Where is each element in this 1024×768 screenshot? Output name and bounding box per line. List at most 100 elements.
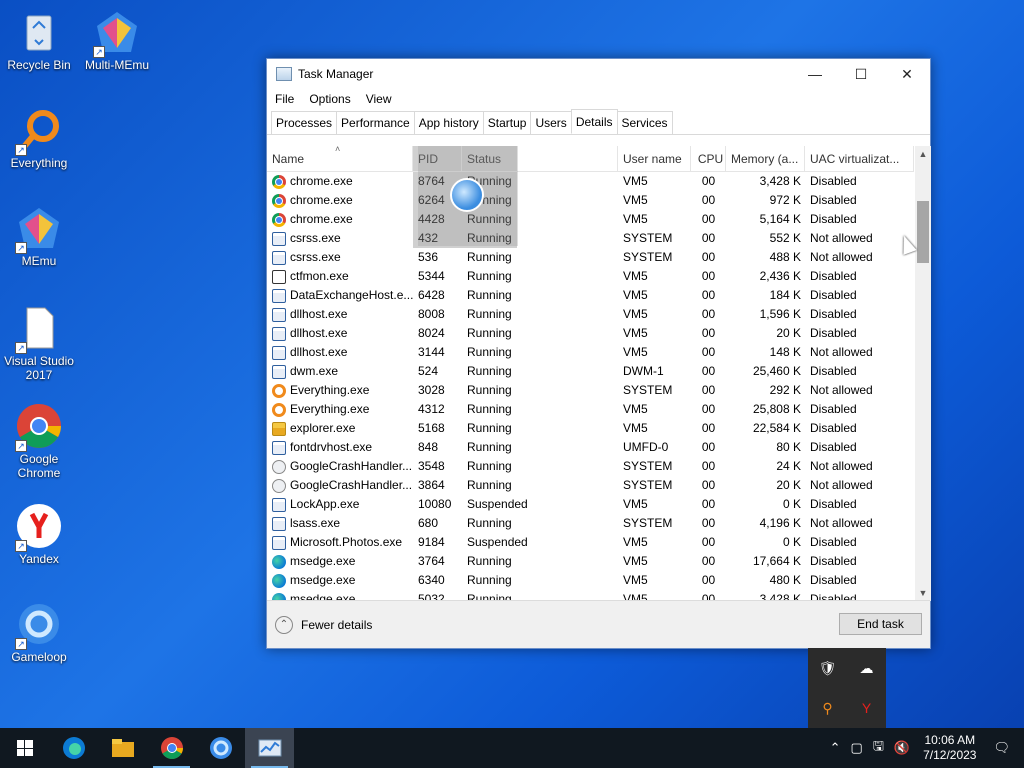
desktop-icon-memu[interactable]: ↗ MEmu — [0, 204, 78, 268]
win-app-icon — [272, 516, 286, 531]
process-name-cell: csrss.exe — [267, 248, 413, 267]
fewer-details-button[interactable]: ⌃ Fewer details — [275, 615, 373, 634]
table-row[interactable]: chrome.exe 6264 Running VM5 00 972 K Disabled — [267, 191, 914, 210]
maximize-button[interactable]: ☐ — [838, 59, 884, 89]
tab-startup[interactable]: Startup — [482, 111, 532, 134]
table-row[interactable]: Everything.exe 4312 Running VM5 00 25,808 K Di… — [267, 400, 914, 419]
start-button[interactable] — [0, 728, 49, 768]
pid-cell: 524 — [418, 364, 439, 378]
chevron-up-icon: ⌃ — [275, 615, 293, 634]
column-header-uac-virtualization[interactable]: UAC virtualizat... — [805, 146, 914, 171]
table-row[interactable]: chrome.exe 4428 Running VM5 00 5,164 K Disable… — [267, 210, 914, 229]
table-row[interactable]: DataExchangeHost.e... 6428 Running VM5 00 184… — [267, 286, 914, 305]
menu-options[interactable]: Options — [309, 89, 350, 109]
tab-users[interactable]: Users — [530, 111, 572, 134]
column-header-memory[interactable]: Memory (a... — [726, 146, 805, 171]
network-icon[interactable]: 🖫 — [873, 737, 884, 759]
status-cell: Suspended — [467, 535, 528, 549]
vertical-scrollbar[interactable]: ▲ ▼ — [915, 146, 931, 601]
tab-details[interactable]: Details — [570, 109, 618, 134]
tablet-icon[interactable]: ▢ — [851, 740, 863, 756]
table-row[interactable]: csrss.exe 432 Running SYSTEM 00 552 K Not allo… — [267, 229, 914, 248]
table-row[interactable]: fontdrvhost.exe 848 Running UMFD-0 00 80 K Dis… — [267, 438, 914, 457]
desktop-icon-gameloop[interactable]: ↗ Gameloop — [0, 600, 78, 664]
table-row[interactable]: chrome.exe 8764 Running VM5 00 3,428 K Disable… — [267, 172, 914, 191]
title-bar[interactable]: Task Manager — ☐ ✕ — [267, 59, 930, 89]
minimize-button[interactable]: — — [792, 59, 838, 89]
process-name-cell: LockApp.exe — [267, 495, 413, 514]
notification-center-icon[interactable]: 🗨 — [993, 740, 1010, 756]
table-row[interactable]: LockApp.exe 10080 Suspended VM5 00 0 K Disable… — [267, 495, 914, 514]
user-name-cell: DWM-1 — [623, 364, 664, 378]
menu-file[interactable]: File — [275, 89, 294, 109]
fewer-details-label: Fewer details — [301, 617, 373, 632]
process-name-cell: Everything.exe — [267, 400, 413, 419]
scroll-up-icon[interactable]: ▲ — [915, 146, 931, 162]
uac-cell: Disabled — [810, 288, 857, 302]
close-button[interactable]: ✕ — [884, 59, 930, 89]
chrome-icon: ↗ — [15, 402, 63, 452]
scroll-down-icon[interactable]: ▼ — [915, 585, 931, 601]
volume-muted-icon[interactable]: 🔇 — [894, 740, 910, 756]
table-row[interactable]: Microsoft.Photos.exe 9184 Suspended VM5 00 0 … — [267, 533, 914, 552]
table-row[interactable]: lsass.exe 680 Running SYSTEM 00 4,196 K Not al… — [267, 514, 914, 533]
chevron-up-icon[interactable]: ⌃ — [830, 740, 841, 756]
uac-cell: Disabled — [810, 554, 857, 568]
process-name: GoogleCrashHandler... — [290, 478, 413, 492]
desktop-icon-label: Multi-MEmu — [84, 58, 149, 72]
memory-cell: 0 K — [782, 535, 801, 549]
table-row[interactable]: dllhost.exe 8024 Running VM5 00 20 K Disabled — [267, 324, 914, 343]
process-name-cell: GoogleCrashHandler... — [267, 457, 413, 476]
table-row[interactable]: ctfmon.exe 5344 Running VM5 00 2,436 K Disable… — [267, 267, 914, 286]
tab-processes[interactable]: Processes — [271, 111, 338, 134]
status-cell: Running — [467, 459, 512, 473]
table-row[interactable]: dwm.exe 524 Running DWM-1 00 25,460 K Disabled — [267, 362, 914, 381]
desktop-icon-yandex[interactable]: ↗ Yandex — [0, 502, 78, 566]
everything-tray-icon[interactable]: ⚲ — [819, 699, 837, 717]
column-header-cpu[interactable]: CPU — [691, 146, 726, 171]
clock-date: 7/12/2023 — [923, 748, 977, 762]
table-row[interactable]: dllhost.exe 3144 Running VM5 00 148 K Not allo… — [267, 343, 914, 362]
end-task-button[interactable]: End task — [839, 613, 922, 635]
uac-cell: Disabled — [810, 193, 857, 207]
menu-view[interactable]: View — [366, 89, 392, 109]
user-name-cell: VM5 — [623, 573, 648, 587]
desktop-icon-recycle-bin[interactable]: Recycle Bin — [0, 8, 78, 72]
table-row[interactable]: csrss.exe 536 Running SYSTEM 00 488 K Not allo… — [267, 248, 914, 267]
windows-security-icon[interactable]: 🛡 — [819, 659, 837, 677]
table-row[interactable]: msedge.exe 6340 Running VM5 00 480 K Disabled — [267, 571, 914, 590]
table-row[interactable]: GoogleCrashHandler... 3548 Running SYSTEM 00… — [267, 457, 914, 476]
desktop-icon-visual-studio[interactable]: ↗ Visual Studio 2017 — [0, 304, 78, 382]
uac-cell: Not allowed — [810, 516, 873, 530]
onedrive-icon[interactable]: ☁ — [858, 659, 876, 677]
win-app-icon — [272, 326, 286, 341]
cpu-cell: 00 — [701, 459, 716, 473]
process-name-cell: dllhost.exe — [267, 324, 413, 343]
tab-services[interactable]: Services — [616, 111, 673, 134]
table-row[interactable]: explorer.exe 5168 Running VM5 00 22,584 K Disa… — [267, 419, 914, 438]
scrollbar-thumb[interactable] — [917, 201, 929, 263]
clock[interactable]: 10:06 AM 7/12/2023 — [923, 733, 976, 763]
cpu-cell: 00 — [701, 193, 716, 207]
table-row[interactable]: Everything.exe 3028 Running SYSTEM 00 292 K No… — [267, 381, 914, 400]
desktop-icon-google-chrome[interactable]: ↗ Google Chrome — [0, 402, 78, 480]
taskbar-file-explorer[interactable] — [98, 728, 147, 768]
taskbar-gameloop[interactable] — [196, 728, 245, 768]
taskbar-task-manager[interactable] — [245, 728, 294, 768]
user-name-cell: VM5 — [623, 535, 648, 549]
chrome-icon — [160, 737, 183, 759]
desktop-icon-everything[interactable]: ↗ Everything — [0, 106, 78, 170]
taskbar-edge[interactable] — [49, 728, 98, 768]
table-row[interactable]: dllhost.exe 8008 Running VM5 00 1,596 K Disabl… — [267, 305, 914, 324]
tab-performance[interactable]: Performance — [336, 111, 415, 134]
table-row[interactable]: GoogleCrashHandler... 3864 Running SYSTEM 00… — [267, 476, 914, 495]
process-name: LockApp.exe — [290, 497, 360, 511]
desktop-icon-multi-memu[interactable]: ↗ Multi-MEmu — [78, 8, 156, 72]
yandex-tray-icon[interactable]: Y — [858, 699, 876, 717]
tab-app-history[interactable]: App history — [413, 111, 484, 134]
user-name-cell: VM5 — [623, 326, 648, 340]
table-row[interactable]: msedge.exe 3764 Running VM5 00 17,664 K Disabl… — [267, 552, 914, 571]
column-header-user-name[interactable]: User name — [618, 146, 691, 171]
taskbar-chrome[interactable] — [147, 728, 196, 768]
memory-cell: 22,584 K — [752, 421, 801, 435]
